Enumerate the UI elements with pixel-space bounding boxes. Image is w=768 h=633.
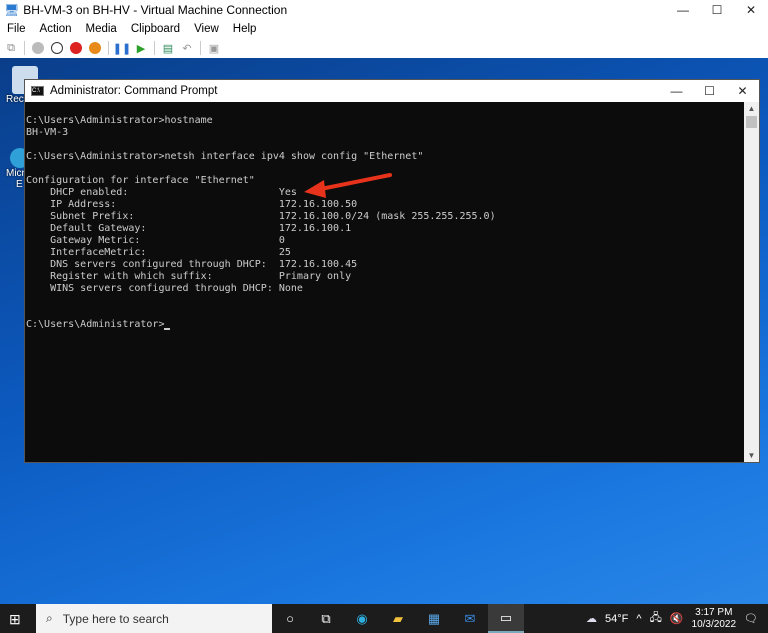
edge-icon[interactable]: ◉ bbox=[344, 604, 380, 633]
console-line: InterfaceMetric: 25 bbox=[26, 247, 291, 258]
console-title-bar: C:\ Administrator: Command Prompt — ☐ ✕ bbox=[25, 80, 759, 102]
console-close-button[interactable]: ✕ bbox=[726, 80, 759, 102]
start-button[interactable]: ⊞ bbox=[9, 611, 21, 628]
console-line: WINS servers configured through DHCP: No… bbox=[26, 283, 303, 294]
console-line: Gateway Metric: 0 bbox=[26, 235, 285, 246]
vm-toolbar: ⧉ ❚❚ ▶ ▤ ↶ ▣ bbox=[0, 38, 768, 58]
task-view-icon[interactable]: ⧉ bbox=[308, 604, 344, 633]
console-line: Subnet Prefix: 172.16.100.0/24 (mask 255… bbox=[26, 211, 496, 222]
console-scrollbar[interactable]: ▲ ▼ bbox=[744, 102, 759, 462]
save-state-icon[interactable] bbox=[87, 40, 103, 56]
search-icon: ⌕ bbox=[46, 611, 53, 625]
weather-icon[interactable]: ☁ bbox=[586, 612, 597, 625]
menu-clipboard[interactable]: Clipboard bbox=[124, 23, 187, 35]
system-tray: ☁ 54°F ^ 🖧 🔇 3:17 PM 10/3/2022 🗨 bbox=[586, 604, 768, 633]
taskbar: ⊞ ⌕ Type here to search ○ ⧉ ◉ ▰ ▦ ✉ ▭ ☁ … bbox=[0, 604, 768, 633]
console-line: Register with which suffix: Primary only bbox=[26, 271, 352, 282]
scroll-up-icon[interactable]: ▲ bbox=[744, 104, 759, 113]
date: 10/3/2022 bbox=[691, 618, 737, 630]
turn-off-icon[interactable] bbox=[49, 40, 65, 56]
console-maximize-button[interactable]: ☐ bbox=[693, 80, 726, 102]
console-line: C:\Users\Administrator>hostname bbox=[26, 115, 213, 126]
edge-label: Micr bbox=[6, 168, 25, 179]
console-line: DNS servers configured through DHCP: 172… bbox=[26, 259, 358, 270]
notifications-icon[interactable]: 🗨 bbox=[744, 612, 758, 625]
menu-file[interactable]: File bbox=[0, 23, 33, 35]
edge-label-2: E bbox=[16, 179, 23, 190]
chevron-up-icon[interactable]: ^ bbox=[636, 613, 641, 625]
resume-icon[interactable]: ▶ bbox=[133, 40, 149, 56]
console-output[interactable]: C:\Users\Administrator>hostname BH-VM-3 C:… bbox=[25, 102, 744, 462]
console-title: Administrator: Command Prompt bbox=[50, 85, 218, 97]
weather-temp[interactable]: 54°F bbox=[605, 613, 628, 625]
cmd-icon: C:\ bbox=[31, 86, 44, 96]
pause-icon[interactable]: ❚❚ bbox=[113, 40, 131, 56]
search-placeholder: Type here to search bbox=[62, 611, 169, 626]
command-prompt-window: C:\ Administrator: Command Prompt — ☐ ✕ C:… bbox=[24, 79, 760, 463]
console-line: BH-VM-3 bbox=[26, 127, 69, 138]
console-minimize-button[interactable]: — bbox=[660, 80, 693, 102]
scroll-thumb[interactable] bbox=[746, 116, 757, 128]
shutdown-icon[interactable] bbox=[68, 40, 84, 56]
volume-muted-icon[interactable]: 🔇 bbox=[670, 612, 684, 625]
file-explorer-icon[interactable]: ▰ bbox=[380, 604, 416, 633]
store-icon[interactable]: ▦ bbox=[416, 604, 452, 633]
vm-window-title: BH-VM-3 on BH-HV - Virtual Machine Conne… bbox=[23, 3, 288, 17]
console-line: IP Address: 172.16.100.50 bbox=[26, 199, 358, 210]
console-line: Default Gateway: 172.16.100.1 bbox=[26, 223, 352, 234]
menu-media[interactable]: Media bbox=[79, 23, 124, 35]
enhanced-session-icon[interactable]: ▣ bbox=[206, 40, 222, 56]
menu-view[interactable]: View bbox=[187, 23, 226, 35]
maximize-button[interactable]: ☐ bbox=[700, 0, 734, 20]
time: 3:17 PM bbox=[695, 606, 733, 618]
revert-icon[interactable]: ↶ bbox=[179, 40, 195, 56]
cmd-taskbar-icon[interactable]: ▭ bbox=[488, 604, 524, 633]
text-cursor bbox=[164, 328, 171, 330]
console-prompt: C:\Users\Administrator> bbox=[26, 319, 165, 330]
close-button[interactable]: ✕ bbox=[734, 0, 768, 20]
checkpoint-icon[interactable]: ▤ bbox=[160, 40, 176, 56]
cortana-icon[interactable]: ○ bbox=[272, 604, 308, 633]
vm-title-bar: 🖥 BH-VM-3 on BH-HV - Virtual Machine Con… bbox=[0, 0, 768, 20]
start-icon[interactable] bbox=[30, 40, 46, 56]
red-arrow-annotation bbox=[304, 173, 392, 198]
console-line: C:\Users\Administrator>netsh interface i… bbox=[26, 151, 424, 162]
menu-bar: File Action Media Clipboard View Help bbox=[0, 20, 768, 38]
mail-icon[interactable]: ✉ bbox=[452, 604, 488, 633]
network-icon[interactable]: 🖧 bbox=[650, 609, 662, 628]
ctrl-alt-del-icon[interactable]: ⧉ bbox=[3, 40, 19, 56]
vm-icon: 🖥 bbox=[4, 3, 20, 17]
menu-action[interactable]: Action bbox=[33, 23, 79, 35]
scroll-down-icon[interactable]: ▼ bbox=[744, 451, 759, 460]
minimize-button[interactable]: — bbox=[666, 0, 700, 20]
clock[interactable]: 3:17 PM 10/3/2022 bbox=[692, 607, 737, 631]
taskbar-search[interactable]: ⌕ Type here to search bbox=[36, 604, 272, 633]
menu-help[interactable]: Help bbox=[226, 23, 264, 35]
